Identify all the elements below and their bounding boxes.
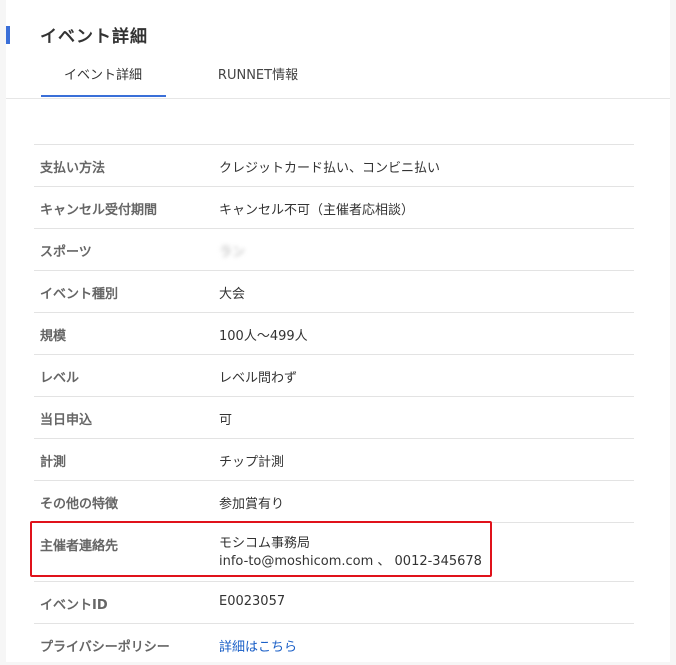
privacy-value: 詳細はこちら (219, 636, 297, 655)
detail-label: 主催者連絡先 (40, 539, 119, 554)
detail-label: その他の特徴 (40, 497, 119, 512)
detail-row-level: レベル レベル問わず (34, 354, 634, 396)
detail-label: キャンセル受付期間 (40, 203, 158, 218)
title-accent-bar (6, 26, 10, 44)
detail-label: イベント種別 (40, 287, 119, 302)
detail-row-scale: 規模 100人～499人 (34, 312, 634, 354)
detail-row-sport: スポーツ ラン (34, 228, 634, 270)
detail-label: プライバシーポリシー (40, 640, 170, 655)
detail-value: E0023057 (219, 594, 286, 609)
tab-runnet-info[interactable]: RUNNET情報 (198, 58, 318, 96)
detail-row-cancel: キャンセル受付期間 キャンセル不可（主催者応相談） (34, 186, 634, 228)
detail-value: 可 (219, 413, 233, 428)
detail-value: キャンセル不可（主催者応相談） (219, 203, 415, 218)
detail-label: 規模 (40, 329, 67, 344)
detail-row-timing: 計測 チップ計測 (34, 438, 634, 480)
detail-label: 支払い方法 (40, 161, 106, 176)
active-tab-indicator (41, 95, 166, 97)
detail-row-same-day: 当日申込 可 (34, 396, 634, 438)
detail-label: 計測 (40, 455, 67, 470)
tab-bar: イベント詳細 RUNNET情報 (40, 58, 670, 98)
detail-label: イベントID (40, 598, 108, 613)
organizer-contact-value: モシコム事務局 info-to@moshicom.com 、 0012-3456… (219, 535, 482, 571)
detail-value: レベル問わず (219, 371, 298, 386)
detail-value: 参加賞有り (219, 497, 285, 512)
detail-value: チップ計測 (219, 455, 285, 470)
page-title: イベント詳細 (40, 27, 148, 47)
detail-row-organizer-contact: 主催者連絡先 モシコム事務局 info-to@moshicom.com 、 00… (34, 522, 634, 581)
detail-value-redacted: ラン (219, 245, 246, 260)
organizer-name: モシコム事務局 (219, 536, 311, 551)
detail-label: レベル (40, 371, 80, 386)
tab-event-detail[interactable]: イベント詳細 (40, 58, 166, 96)
detail-label: スポーツ (40, 245, 92, 260)
tabs-divider (6, 98, 670, 99)
detail-row-features: その他の特徴 参加賞有り (34, 480, 634, 522)
detail-row-payment: 支払い方法 クレジットカード払い、コンビニ払い (34, 144, 634, 186)
detail-value: クレジットカード払い、コンビニ払い (219, 161, 441, 176)
detail-value: 100人～499人 (219, 329, 308, 344)
detail-row-event-type: イベント種別 大会 (34, 270, 634, 312)
detail-row-event-id: イベントID E0023057 (34, 581, 634, 623)
organizer-email-phone: info-to@moshicom.com 、 0012-345678 (219, 554, 482, 569)
detail-row-privacy: プライバシーポリシー 詳細はこちら (34, 623, 634, 665)
privacy-policy-link[interactable]: 詳細はこちら (219, 640, 297, 655)
detail-label: 当日申込 (40, 413, 93, 428)
detail-table: 支払い方法 クレジットカード払い、コンビニ払い キャンセル受付期間 キャンセル不… (34, 144, 634, 665)
detail-value: 大会 (219, 287, 246, 302)
